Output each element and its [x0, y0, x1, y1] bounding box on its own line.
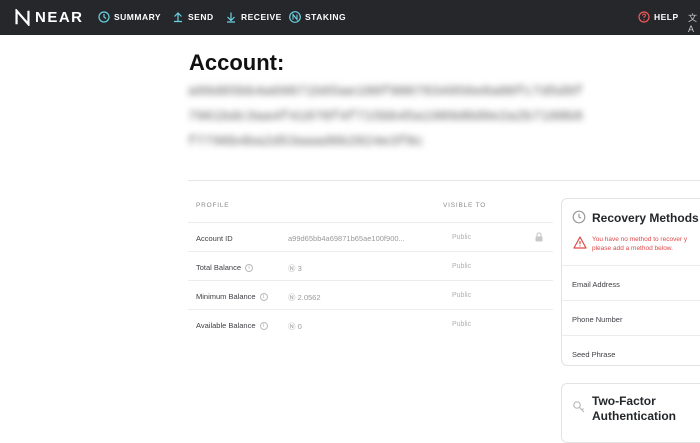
two-factor-title: Two-Factor Authentication [592, 394, 676, 423]
nav-receive-label: RECEIVE [241, 12, 282, 22]
account-title: Account: [189, 50, 285, 75]
info-icon[interactable]: i [259, 321, 268, 330]
row-value: Ⓝ 3 [288, 264, 302, 273]
divider [188, 180, 700, 181]
row-label: Total Balance i [196, 263, 254, 272]
visible-to-header: VISIBLE TO [443, 202, 487, 209]
nav-summary-label: SUMMARY [114, 12, 162, 22]
near-logo-icon [15, 9, 30, 26]
row-visibility: Public [452, 292, 472, 299]
nav-help[interactable]: HELP [638, 11, 679, 23]
info-icon[interactable]: i [259, 292, 268, 301]
row-visibility: Public [452, 234, 472, 241]
nav-send-label: SEND [188, 12, 214, 22]
key-icon [573, 401, 585, 413]
clock-icon [98, 11, 110, 23]
lock-icon [535, 232, 543, 242]
row-label: Account ID [196, 234, 233, 243]
row-label: Minimum Balance i [196, 292, 268, 301]
recovery-methods-card: Recovery Methods You have no method to r… [561, 198, 700, 366]
translate-icon[interactable]: 文A [688, 11, 700, 34]
nav-staking-label: STAKING [305, 12, 347, 22]
near-coin-icon [289, 11, 301, 23]
near-logo[interactable]: NEAR [14, 9, 84, 26]
recovery-methods-title: Recovery Methods [592, 211, 699, 225]
arrow-down-icon [227, 12, 235, 23]
nav-help-label: HELP [654, 12, 679, 22]
nav-staking[interactable]: STAKING [289, 11, 346, 23]
history-icon [572, 210, 586, 224]
info-icon[interactable]: i [245, 263, 254, 272]
warning-icon [573, 236, 587, 249]
recovery-method-email[interactable]: Email Address [562, 265, 700, 300]
row-value: Ⓝ 0 [288, 322, 302, 331]
profile-header: PROFILE [196, 202, 230, 209]
row-value: Ⓝ 2.0562 [288, 293, 321, 302]
arrow-up-icon [174, 12, 182, 23]
row-visibility: Public [452, 263, 472, 270]
row-value: a99d65bb4a69871b65ae100f900... [288, 234, 405, 243]
nav-send[interactable]: SEND [172, 11, 214, 23]
recovery-warning-text: You have no method to recover y please a… [592, 236, 688, 252]
nav-receive[interactable]: RECEIVE [225, 11, 282, 23]
top-nav: NEAR SUMMARY SEND RECEIVE STAKING HELP 文… [0, 0, 700, 35]
nav-summary[interactable]: SUMMARY [98, 11, 161, 23]
table-row: Total Balance i Ⓝ 3 Public [188, 251, 553, 280]
help-icon [638, 11, 650, 23]
table-row: Account ID a99d65bb4a69871b65ae100f900..… [188, 222, 553, 251]
table-row: Minimum Balance i Ⓝ 2.0562 Public [188, 280, 553, 309]
account-id-blurred: a99d65bb4a69871b65ae100f9007834956e8a00f… [188, 84, 583, 150]
recovery-method-phone[interactable]: Phone Number [562, 300, 700, 335]
two-factor-card: Two-Factor Authentication [561, 383, 700, 443]
row-visibility: Public [452, 321, 472, 328]
row-label: Available Balance i [196, 321, 268, 330]
table-row: Available Balance i Ⓝ 0 Public [188, 309, 553, 338]
near-logo-text: NEAR [35, 9, 84, 26]
recovery-method-seed[interactable]: Seed Phrase [562, 335, 700, 365]
